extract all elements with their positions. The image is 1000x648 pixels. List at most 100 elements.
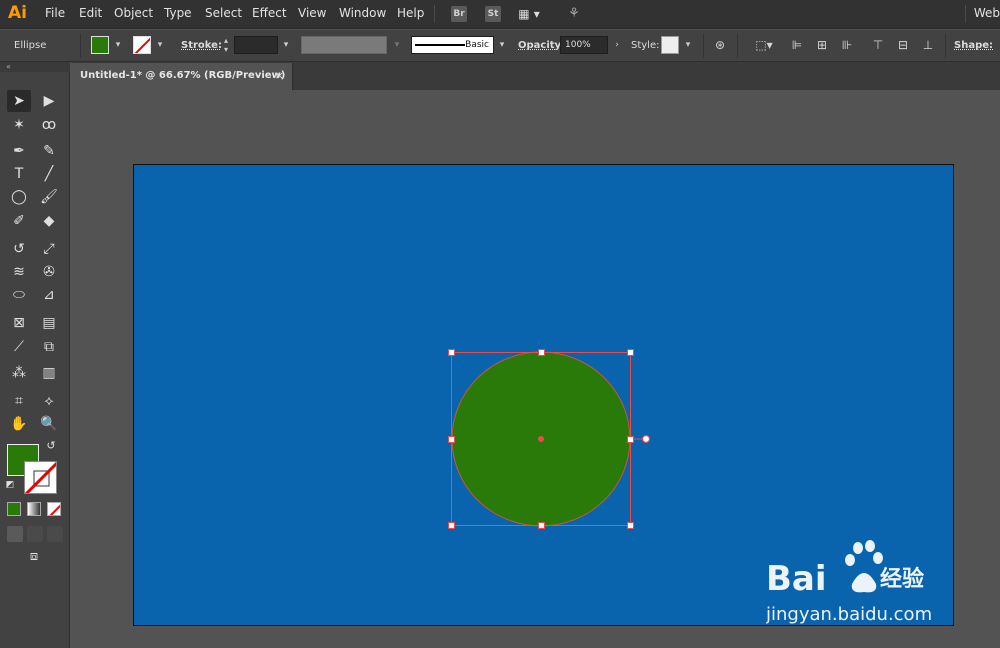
menu-window[interactable]: Window <box>339 6 386 20</box>
scale-tool-icon[interactable]: ⤢ <box>37 238 61 260</box>
resize-handle-bottom[interactable] <box>538 522 545 529</box>
mesh-tool-icon[interactable]: ⊠ <box>7 312 31 334</box>
menu-select[interactable]: Select <box>205 6 242 20</box>
resize-handle-bottom-right[interactable] <box>627 522 634 529</box>
artboard-tool-icon[interactable]: ⌗ <box>7 390 31 412</box>
brush-definition[interactable]: Basic <box>411 36 494 54</box>
menu-bar: Ai File Edit Object Type Select Effect V… <box>0 0 1000 29</box>
selected-tool-name: Ellipse <box>14 40 47 51</box>
resize-handle-left[interactable] <box>448 436 455 443</box>
menu-help[interactable]: Help <box>397 6 424 20</box>
stroke-weight-dropdown[interactable]: ▾ <box>279 36 293 54</box>
default-fill-stroke-icon[interactable]: ◩ <box>3 478 17 492</box>
opacity-field[interactable]: 100% <box>560 36 608 54</box>
close-icon[interactable]: × <box>275 69 284 82</box>
draw-behind-icon[interactable] <box>27 526 43 542</box>
profile-dropdown[interactable]: ▾ <box>390 36 404 54</box>
perspective-grid-tool-icon[interactable]: ⊿ <box>37 284 61 306</box>
menu-separator <box>434 5 435 23</box>
control-separator <box>703 34 704 58</box>
baidu-jingyan-watermark: Bai 经验 jingyan.baidu.com <box>766 540 932 625</box>
menu-type[interactable]: Type <box>164 6 192 20</box>
brush-name: Basic <box>465 40 489 50</box>
stroke-label[interactable]: Stroke: <box>181 40 222 51</box>
change-screen-mode-icon[interactable]: ⧈ <box>22 546 46 568</box>
shaper-tool-icon[interactable]: ✐ <box>7 210 31 232</box>
ellipse-tool-icon[interactable]: ◯ <box>7 186 31 208</box>
stroke-dropdown[interactable]: ▾ <box>153 36 167 54</box>
direct-selection-tool-icon[interactable]: ▶ <box>37 90 61 112</box>
menu-edit[interactable]: Edit <box>79 6 102 20</box>
menu-object[interactable]: Object <box>114 6 153 20</box>
magic-wand-tool-icon[interactable]: ✶ <box>7 114 31 136</box>
stroke-weight-stepper[interactable]: ▴ ▾ <box>219 36 233 54</box>
menu-effect[interactable]: Effect <box>252 6 287 20</box>
eyedropper-tool-icon[interactable]: ⟋ <box>7 336 31 358</box>
stroke-weight-field[interactable] <box>234 36 278 54</box>
type-tool-icon[interactable]: T <box>7 163 31 185</box>
menu-view[interactable]: View <box>298 6 326 20</box>
align-top-icon[interactable]: ⊤ <box>871 38 885 52</box>
symbol-sprayer-tool-icon[interactable]: ⁂ <box>7 362 31 384</box>
brush-dropdown[interactable]: ▾ <box>495 36 509 54</box>
align-right-icon[interactable]: ⊪ <box>840 38 854 52</box>
resize-handle-right[interactable] <box>627 436 634 443</box>
control-separator <box>737 34 738 58</box>
gpu-performance-icon[interactable]: ⚘ <box>564 6 584 22</box>
opacity-arrow[interactable]: › <box>610 36 624 54</box>
blend-tool-icon[interactable]: ⧉ <box>37 336 61 358</box>
document-tab[interactable]: Untitled-1* @ 66.67% (RGB/Preview) × <box>71 63 293 90</box>
line-segment-tool-icon[interactable]: ╱ <box>37 163 61 185</box>
workspace-switcher[interactable]: Web <box>974 6 1000 20</box>
fill-swatch[interactable] <box>91 36 109 54</box>
menu-file[interactable]: File <box>45 6 65 20</box>
align-bottom-icon[interactable]: ⊥ <box>921 38 935 52</box>
puppet-warp-tool-icon[interactable]: ✇ <box>37 261 61 283</box>
resize-handle-bottom-left[interactable] <box>448 522 455 529</box>
shape-builder-tool-icon[interactable]: ⬭ <box>7 284 31 306</box>
none-mode-swatch[interactable] <box>47 502 61 516</box>
eraser-tool-icon[interactable]: ◆ <box>37 210 61 232</box>
stroke-swatch[interactable] <box>133 36 151 54</box>
draw-normal-icon[interactable] <box>7 526 23 542</box>
none-stroke-icon <box>134 37 150 53</box>
pie-widget-handle[interactable] <box>641 434 651 444</box>
variable-width-profile[interactable] <box>301 36 387 54</box>
lasso-tool-icon[interactable]: ꝏ <box>37 114 61 136</box>
stroke-color-box[interactable] <box>24 461 57 494</box>
align-to-icon[interactable]: ⬚▾ <box>752 38 776 52</box>
bridge-icon[interactable]: Br <box>451 6 467 22</box>
graphic-style-swatch[interactable] <box>661 36 679 54</box>
selection-tool-icon[interactable]: ➤ <box>7 90 31 112</box>
zoom-tool-icon[interactable]: 🔍 <box>37 413 61 435</box>
align-horizontal-center-icon[interactable]: ⊞ <box>815 38 829 52</box>
stock-icon[interactable]: St <box>485 6 501 22</box>
resize-handle-top-right[interactable] <box>627 349 634 356</box>
recolor-artwork-icon[interactable]: ⊛ <box>713 38 727 52</box>
color-mode-swatch[interactable] <box>7 502 21 516</box>
slice-tool-icon[interactable]: ⟡ <box>37 390 61 412</box>
swap-fill-stroke-icon[interactable]: ↺ <box>43 438 59 454</box>
draw-inside-icon[interactable] <box>47 526 63 542</box>
app-logo: Ai <box>8 3 27 23</box>
resize-handle-top[interactable] <box>538 349 545 356</box>
rotate-tool-icon[interactable]: ↺ <box>7 238 31 260</box>
paintbrush-tool-icon[interactable]: 🖌 <box>37 186 61 208</box>
style-dropdown[interactable]: ▾ <box>681 36 695 54</box>
panel-collapse-grip[interactable]: « <box>0 62 70 72</box>
hand-tool-icon[interactable]: ✋ <box>7 413 31 435</box>
opacity-label[interactable]: Opacity: <box>518 40 565 51</box>
column-graph-tool-icon[interactable]: ▥ <box>37 362 61 384</box>
fill-dropdown[interactable]: ▾ <box>111 36 125 54</box>
align-vertical-center-icon[interactable]: ⊟ <box>896 38 910 52</box>
gradient-mode-swatch[interactable] <box>27 502 41 516</box>
pen-tool-icon[interactable]: ✒ <box>7 140 31 162</box>
paw-toe <box>873 552 883 564</box>
warp-tool-icon[interactable]: ≋ <box>7 261 31 283</box>
resize-handle-top-left[interactable] <box>448 349 455 356</box>
shape-label[interactable]: Shape: <box>954 40 993 51</box>
gradient-tool-icon[interactable]: ▤ <box>37 312 61 334</box>
curvature-tool-icon[interactable]: ✎ <box>37 140 61 162</box>
align-left-icon[interactable]: ⊫ <box>790 38 804 52</box>
arrange-documents-icon[interactable]: ▦ ▾ <box>516 6 542 22</box>
